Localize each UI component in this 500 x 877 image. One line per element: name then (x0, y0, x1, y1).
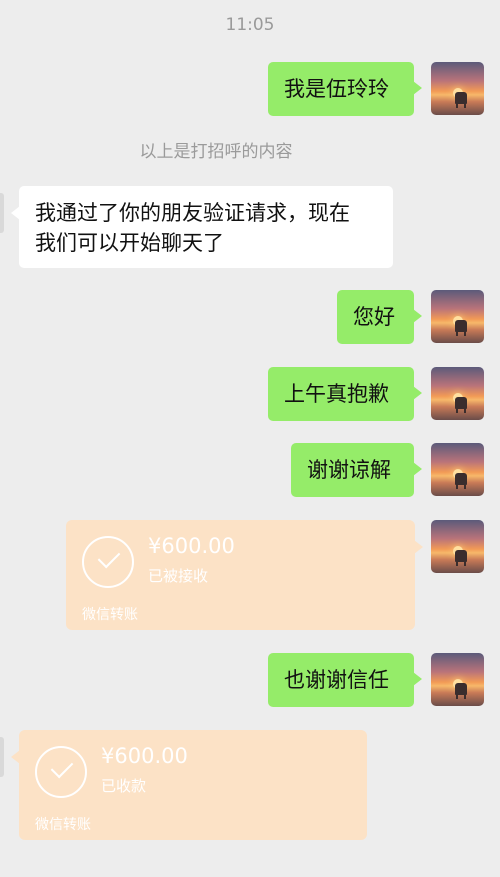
incoming-avatar-edge[interactable] (0, 737, 4, 777)
transfer-amount: ¥600.00 (148, 534, 235, 558)
avatar-horse-legs (456, 561, 466, 566)
transfer-source: 微信转账 (82, 607, 138, 623)
timestamp: 11:05 (225, 15, 275, 35)
outgoing-message[interactable]: 我是伍玲玲 (268, 62, 422, 116)
transfer-status: 已被接收 (148, 567, 209, 585)
avatar-horse-legs (456, 331, 466, 336)
my-avatar[interactable] (431, 62, 484, 115)
transfer-card-received[interactable]: ¥600.00 已收款 微信转账 (11, 730, 367, 840)
my-avatar[interactable] (431, 443, 484, 496)
message-text-line2: 我们可以开始聊天了 (35, 231, 224, 255)
avatar-horse-legs (456, 408, 466, 413)
message-text: 也谢谢信任 (284, 668, 389, 692)
outgoing-message[interactable]: 谢谢谅解 (291, 443, 422, 497)
my-avatar[interactable] (431, 520, 484, 573)
avatar-horse-legs (456, 694, 466, 699)
my-avatar[interactable] (431, 653, 484, 706)
outgoing-message[interactable]: 也谢谢信任 (268, 653, 422, 707)
my-avatar[interactable] (431, 290, 484, 343)
my-avatar[interactable] (431, 367, 484, 420)
transfer-source: 微信转账 (35, 817, 91, 833)
incoming-message[interactable]: 我通过了你的朋友验证请求，现在 我们可以开始聊天了 (11, 186, 393, 268)
system-notice: 以上是打招呼的内容 (139, 142, 293, 162)
message-text: 上午真抱歉 (284, 382, 389, 406)
message-text: 您好 (353, 305, 395, 329)
message-text: 谢谢谅解 (307, 458, 391, 482)
check-circle-icon (35, 746, 87, 798)
transfer-status: 已收款 (101, 777, 147, 795)
message-text-line1: 我通过了你的朋友验证请求，现在 (35, 201, 350, 225)
outgoing-message[interactable]: 您好 (337, 290, 422, 344)
transfer-card-sent[interactable]: ¥600.00 已被接收 微信转账 (66, 520, 423, 630)
avatar-horse-legs (456, 484, 466, 489)
avatar-horse-legs (456, 103, 466, 108)
message-text: 我是伍玲玲 (284, 77, 389, 101)
outgoing-message[interactable]: 上午真抱歉 (268, 367, 422, 421)
incoming-avatar-edge[interactable] (0, 193, 4, 233)
transfer-amount: ¥600.00 (101, 744, 188, 768)
check-circle-icon (82, 536, 134, 588)
